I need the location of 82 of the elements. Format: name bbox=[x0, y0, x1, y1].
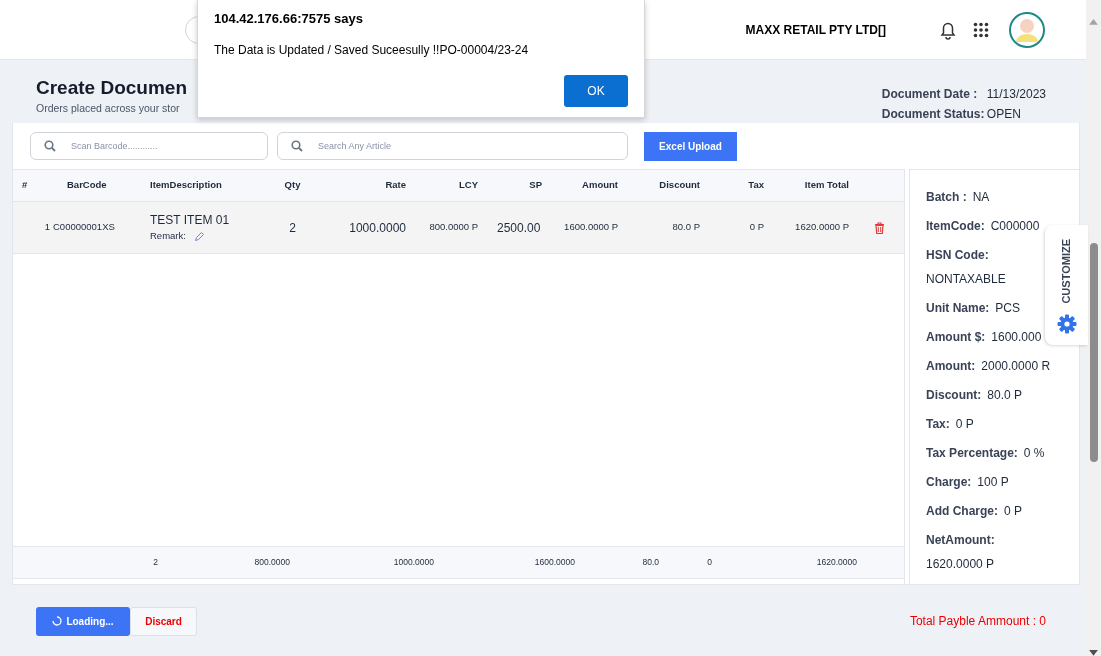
meta-value: OPEN bbox=[986, 107, 1021, 121]
remark-label: Remark: bbox=[150, 229, 186, 244]
detail-value: 2000.0000 R bbox=[981, 359, 1051, 373]
detail-value: PCS bbox=[995, 301, 1021, 315]
excel-upload-button[interactable]: Excel Upload bbox=[644, 131, 737, 161]
total-cell-text: 80.0 bbox=[641, 556, 659, 569]
table-cell-text: 1620.0000 P bbox=[794, 220, 850, 235]
detail-value: 80.0 P bbox=[987, 388, 1023, 402]
detail-label: Batch : bbox=[926, 190, 967, 204]
scroll-up-icon[interactable] bbox=[1089, 19, 1098, 25]
page-subtitle: Orders placed across your stor bbox=[36, 100, 181, 116]
detail-value: 1600.000 bbox=[991, 330, 1042, 344]
detail-value: 100 P bbox=[977, 475, 1009, 489]
detail-label: Charge: bbox=[926, 475, 972, 489]
table-cell-text: 1 bbox=[43, 220, 50, 235]
apps-grid-icon[interactable] bbox=[973, 21, 989, 38]
table-cell-text: 2 bbox=[288, 219, 297, 237]
column-header: LCY bbox=[458, 178, 479, 193]
scroll-down-icon[interactable] bbox=[1089, 650, 1098, 656]
total-cell-text: 0 bbox=[706, 556, 712, 569]
column-header: SP bbox=[528, 178, 543, 193]
company-name: MAXX RETAIL PTY LTD[] bbox=[745, 21, 886, 39]
detail-label: Tax Percentage: bbox=[926, 446, 1018, 460]
detail-label: HSN Code: bbox=[926, 248, 989, 262]
column-header: Qty bbox=[283, 178, 302, 193]
search-icon bbox=[291, 140, 303, 152]
detail-value: 0 P bbox=[1004, 504, 1022, 518]
meta-label: Document Status: bbox=[881, 106, 986, 123]
column-header: BarCode bbox=[66, 178, 108, 193]
detail-value: 0 P bbox=[955, 417, 974, 431]
total-cell-text: 800.0000 bbox=[253, 556, 290, 569]
table-cell-text: 1600.0000 P bbox=[563, 220, 619, 235]
detail-label: Unit Name: bbox=[926, 301, 990, 315]
detail-value: 1620.0000 P bbox=[926, 556, 996, 573]
discard-button[interactable]: Discard bbox=[130, 606, 197, 636]
detail-value: C000000 bbox=[990, 219, 1040, 233]
table-cell-text: 0 P bbox=[748, 220, 765, 235]
meta-label: Document Date : bbox=[881, 86, 979, 103]
column-header: Tax bbox=[747, 178, 765, 193]
detail-label: NetAmount: bbox=[926, 533, 995, 547]
spinner-icon bbox=[52, 616, 63, 626]
table-cell-text: 1000.0000 bbox=[348, 219, 407, 237]
customize-label: CUSTOMIZE bbox=[1059, 239, 1074, 304]
table-cell-text: 800.0000 P bbox=[428, 220, 479, 235]
customize-tab[interactable]: CUSTOMIZE bbox=[1045, 225, 1088, 345]
barcode-field[interactable]: Scan Barcode............ bbox=[30, 132, 268, 160]
page-title: Create Documen bbox=[36, 78, 187, 99]
total-cell-text: 2 bbox=[152, 556, 158, 569]
save-button[interactable]: Loading... bbox=[36, 606, 130, 636]
avatar[interactable] bbox=[1008, 10, 1046, 49]
search-icon bbox=[44, 140, 56, 152]
table-cell-text: 2500.00 bbox=[496, 219, 542, 237]
detail-label: Add Charge: bbox=[926, 504, 998, 518]
total-cell-text: 1000.0000 bbox=[392, 556, 434, 569]
total-cell-text: 1600.0000 bbox=[533, 556, 575, 569]
dialog-message: The Data is Updated / Saved Suceesully !!PO-00004/23-24 bbox=[214, 41, 530, 59]
detail-label: ItemCode: bbox=[926, 219, 985, 233]
table-cell-text: 80.0 P bbox=[671, 220, 701, 235]
column-header: Rate bbox=[384, 178, 407, 193]
scrollbar-thumb[interactable] bbox=[1089, 242, 1098, 463]
detail-value: NA bbox=[972, 190, 990, 204]
detail-label: Tax: bbox=[926, 417, 950, 431]
column-header: Amount bbox=[581, 178, 619, 193]
column-header: # bbox=[21, 178, 29, 193]
pencil-icon[interactable] bbox=[193, 231, 204, 242]
total-payable-amount: Total Payble Ammount : 0 bbox=[909, 613, 1046, 630]
scrollbar[interactable] bbox=[1086, 0, 1101, 656]
detail-label: Discount: bbox=[926, 388, 982, 402]
article-search-field[interactable]: Search Any Article bbox=[277, 132, 628, 160]
column-header: Item Total bbox=[803, 178, 850, 193]
detail-label: Amount $: bbox=[926, 330, 986, 344]
table-cell-text: TEST ITEM 01 bbox=[150, 212, 231, 230]
delete-icon[interactable] bbox=[874, 221, 885, 234]
total-cell-text: 1620.0000 bbox=[815, 556, 857, 569]
column-header: ItemDescription bbox=[149, 178, 223, 193]
detail-value: 0 % bbox=[1023, 446, 1045, 460]
meta-value: 11/13/2023 bbox=[986, 87, 1046, 101]
dialog-title: 104.42.176.66:7575 says bbox=[214, 10, 364, 28]
ok-button[interactable]: OK bbox=[564, 74, 628, 107]
table-cell-text: C00000001XS bbox=[52, 220, 116, 235]
detail-label: Amount: bbox=[926, 359, 976, 373]
column-header: Discount bbox=[658, 178, 701, 193]
